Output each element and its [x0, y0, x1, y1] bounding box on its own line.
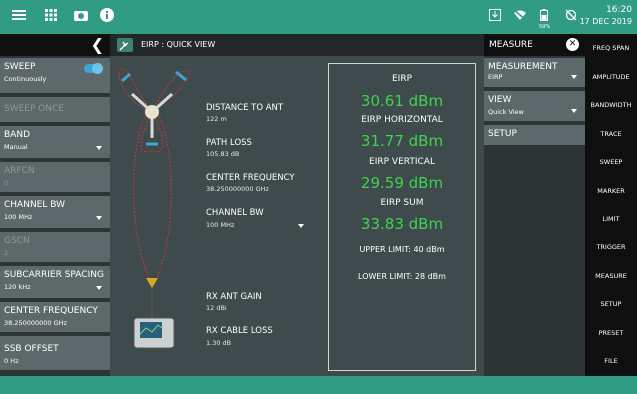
path-loss-value: 105.83 dB	[206, 150, 240, 158]
wifi-off-icon	[511, 8, 529, 26]
battery-percent: 59%	[539, 24, 551, 30]
rx-cable-loss-label: RX CABLE LOSS	[206, 326, 273, 336]
subcarrier-spacing-label: SUBCARRIER SPACING	[4, 270, 104, 280]
collapse-panel-chevron-icon[interactable]: ❮	[91, 35, 104, 55]
status-date: 17 DEC 2019	[579, 17, 632, 26]
left-panel-header: ❮	[0, 34, 110, 56]
band-chevron-down-icon	[96, 146, 102, 150]
eirp-results-panel: EIRP 30.61 dBm EIRP HORIZONTAL 31.77 dBm…	[328, 63, 476, 371]
subcarrier-spacing-chevron-down-icon	[96, 286, 102, 290]
sweep-key[interactable]: SWEEP	[585, 158, 637, 167]
trace-key[interactable]: TRACE	[585, 130, 637, 139]
measure-key[interactable]: MEASURE	[585, 272, 637, 281]
subcarrier-spacing-dropdown[interactable]: SUBCARRIER SPACING 120 kHz	[0, 266, 110, 300]
measure-menu-header: MEASURE ✕	[484, 34, 585, 56]
channel-bw-value: 100 MHz	[4, 213, 33, 221]
distance-to-ant-value: 122 m	[206, 115, 227, 123]
eirp-horizontal-label: EIRP HORIZONTAL	[361, 115, 443, 125]
distance-to-ant-label: DISTANCE TO ANT	[206, 103, 284, 113]
amplitude-key[interactable]: AMPLITUDE	[585, 73, 637, 82]
clock: 16:20 17 DEC 2019	[580, 5, 632, 27]
view-dropdown[interactable]: VIEW Quick View	[484, 91, 585, 123]
measure-setup-button[interactable]: SETUP	[484, 125, 585, 147]
measure-menu-title: MEASURE	[489, 40, 533, 50]
view-header: EIRP : QUICK VIEW	[110, 34, 484, 56]
sweep-toggle-item[interactable]: SWEEP Continuously	[0, 58, 110, 95]
setup-key[interactable]: SETUP	[585, 300, 637, 309]
channel-bw-chevron-down-icon	[96, 216, 102, 220]
measurement-value: EIRP	[488, 73, 503, 81]
view-chevron-down-icon	[571, 109, 577, 113]
sweep-value: Continuously	[4, 75, 47, 83]
view-label: VIEW	[488, 95, 512, 105]
gscn-value: 2	[4, 249, 9, 257]
antenna-diagram	[118, 68, 190, 349]
bandwidth-key[interactable]: BANDWIDTH	[585, 101, 637, 110]
upper-limit-text: UPPER LIMIT: 40 dBm	[359, 245, 445, 254]
trigger-key[interactable]: TRIGGER	[585, 243, 637, 252]
preset-key[interactable]: PRESET	[585, 329, 637, 338]
arfcn-label: ARFCN	[4, 166, 35, 176]
eirp-horizontal-value: 31.77 dBm	[360, 132, 444, 150]
channel-bw-diagram-label: CHANNEL BW	[206, 208, 264, 218]
gscn-label: GSCN	[4, 236, 30, 246]
sweep-toggle-switch[interactable]	[84, 63, 103, 74]
file-key[interactable]: FILE	[585, 357, 637, 366]
hamburger-menu-icon[interactable]	[10, 8, 28, 26]
ssb-offset-label: SSB OFFSET	[4, 344, 59, 354]
channel-bw-label: CHANNEL BW	[4, 200, 65, 210]
eirp-value: 30.61 dBm	[360, 92, 444, 110]
gscn-field: GSCN 2	[0, 232, 110, 264]
center-frequency-field[interactable]: CENTER FREQUENCY 38.250000000 GHz	[0, 302, 110, 334]
freq-span-key[interactable]: FREQ SPAN	[585, 44, 637, 53]
measurement-view-icon	[117, 38, 133, 52]
top-status-bar: 59% 16:20 17 DEC 2019	[0, 0, 637, 34]
bottom-status-bar	[0, 376, 637, 394]
eirp-sum-label: EIRP SUM	[380, 198, 424, 208]
channel-bw-dropdown[interactable]: CHANNEL BW 100 MHz	[0, 196, 110, 230]
sync-disabled-icon	[562, 8, 580, 26]
ssb-offset-value: 0 Hz	[4, 357, 19, 365]
measurement-chevron-down-icon	[571, 75, 577, 79]
eirp-sum-value: 33.83 dBm	[360, 215, 444, 233]
band-value: Manual	[4, 143, 28, 151]
arfcn-field: ARFCN 0	[0, 162, 110, 194]
apps-grid-icon[interactable]	[42, 8, 60, 26]
view-title: EIRP : QUICK VIEW	[141, 40, 216, 49]
arfcn-value: 0	[4, 179, 9, 187]
channel-bw-chevron-down-icon[interactable]	[298, 224, 304, 228]
center-frequency-label: CENTER FREQUENCY	[4, 306, 98, 316]
eirp-label: EIRP	[391, 74, 413, 84]
eirp-vertical-label: EIRP VERTICAL	[369, 157, 435, 167]
right-softkey-bar: FREQ SPAN AMPLITUDE BANDWIDTH TRACE SWEE…	[585, 34, 637, 376]
measurement-dropdown[interactable]: MEASUREMENT EIRP	[484, 58, 585, 89]
sweep-once-label: SWEEP ONCE	[4, 104, 65, 114]
eirp-vertical-value: 29.59 dBm	[360, 174, 444, 192]
rx-ant-gain-label: RX ANT GAIN	[206, 292, 262, 302]
center-frequency-diagram-label: CENTER FREQUENCY	[206, 173, 295, 183]
sweep-once-button: SWEEP ONCE	[0, 97, 110, 124]
path-loss-label: PATH LOSS	[206, 138, 252, 148]
rx-cable-loss-value: 1.30 dB	[206, 339, 232, 347]
limit-key[interactable]: LIMIT	[585, 215, 637, 224]
subcarrier-spacing-value: 120 kHz	[4, 283, 31, 291]
channel-bw-diagram-value[interactable]: 100 MHz	[206, 221, 234, 230]
marker-key[interactable]: MARKER	[585, 187, 637, 196]
center-frequency-value: 38.250000000 GHz	[4, 319, 67, 327]
ssb-offset-field[interactable]: SSB OFFSET 0 Hz	[0, 336, 110, 372]
view-value: Quick View	[488, 108, 524, 116]
rx-ant-gain-value: 12 dBi	[206, 304, 227, 312]
band-dropdown[interactable]: BAND Manual	[0, 126, 110, 160]
info-icon[interactable]	[98, 8, 116, 26]
center-frequency-diagram-value: 38.250000000 GHz	[206, 185, 269, 193]
band-label: BAND	[4, 130, 30, 140]
close-icon[interactable]: ✕	[566, 38, 579, 51]
save-icon[interactable]	[486, 8, 504, 26]
lower-limit-text: LOWER LIMIT: 28 dBm	[358, 272, 446, 281]
status-time: 16:20	[606, 5, 632, 15]
measure-setup-label: SETUP	[488, 129, 517, 139]
camera-icon[interactable]	[72, 8, 90, 26]
